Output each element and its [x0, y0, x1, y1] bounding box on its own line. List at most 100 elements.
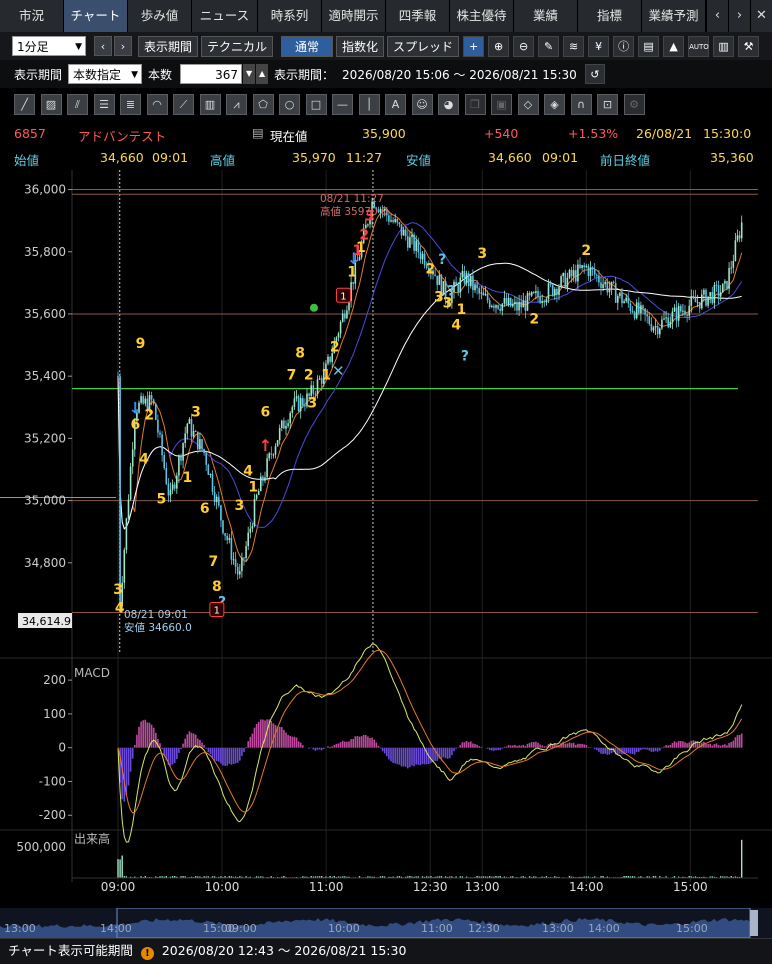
- candle-body: [703, 289, 705, 295]
- count-down-icon[interactable]: ▼: [243, 64, 256, 84]
- sticker-icon[interactable]: ◕: [438, 93, 459, 115]
- info-icon[interactable]: ⓘ: [613, 35, 635, 57]
- tab-news[interactable]: ニュース: [192, 0, 258, 32]
- smiley-icon[interactable]: ☺: [411, 93, 433, 115]
- candle-body: [541, 300, 543, 303]
- tab-timeseries[interactable]: 時系列: [258, 0, 322, 32]
- tab-close-icon[interactable]: ✕: [750, 0, 772, 32]
- macd-histogram-bar: [564, 743, 567, 748]
- candle-body: [293, 398, 296, 407]
- zoom-out-icon[interactable]: ⊖: [513, 35, 535, 57]
- mountain-chart-icon[interactable]: ▲: [663, 35, 685, 57]
- candle-body: [528, 293, 531, 296]
- interval-select[interactable]: 1分足 ▼: [12, 36, 86, 56]
- volume-bar: [119, 859, 121, 878]
- candle-body: [182, 443, 184, 461]
- tab-ticks[interactable]: 歩み値: [128, 0, 192, 32]
- circle-icon[interactable]: ○: [279, 93, 300, 115]
- count-signal: 6: [130, 417, 140, 433]
- index-button[interactable]: 指数化: [336, 35, 385, 57]
- macd-histogram-bar: [178, 747, 180, 753]
- document-icon[interactable]: ▤: [252, 125, 264, 140]
- settings-wrench-icon[interactable]: ⚒: [738, 35, 760, 57]
- count-signal: 5: [156, 492, 166, 508]
- copy-icon[interactable]: ❐: [464, 93, 486, 115]
- macd-histogram-bar: [533, 741, 535, 748]
- macd-histogram-bar: [631, 747, 634, 754]
- vline-icon[interactable]: │: [358, 93, 380, 115]
- price-chart[interactable]: 34692451367834167823121123341322231????↓…: [0, 170, 772, 910]
- volume-bar: [117, 859, 119, 878]
- arc-icon[interactable]: ◠: [146, 93, 168, 115]
- tab-yutai[interactable]: 株主優待: [450, 0, 514, 32]
- parallel-lines-icon[interactable]: ⫽: [67, 93, 88, 115]
- trendline-icon[interactable]: ╱: [14, 93, 35, 115]
- horizontal-lines-icon[interactable]: ☰: [93, 93, 115, 115]
- my-chart-icon[interactable]: ▤: [638, 35, 660, 57]
- wave-icon[interactable]: ≋: [563, 35, 585, 57]
- scroll-right-button[interactable]: ›: [114, 36, 132, 56]
- range-navigator[interactable]: 13:00 14:00 15:00 09:00 10:00 11:00 12:30 13:00…: [0, 908, 772, 938]
- period-mode-select[interactable]: 本数指定 ▼: [68, 64, 143, 84]
- tab-next-icon[interactable]: ›: [728, 0, 750, 32]
- macd-histogram-bar: [383, 747, 386, 754]
- vertical-lines-icon[interactable]: ▥: [199, 93, 221, 115]
- candle-body: [194, 430, 197, 432]
- candle-body: [596, 274, 598, 276]
- pentagon-icon[interactable]: ⬠: [252, 93, 274, 115]
- count-input[interactable]: 367: [180, 64, 243, 84]
- cross-signal-icon: ✕: [332, 362, 345, 380]
- gear-icon[interactable]: ⚙: [623, 93, 645, 115]
- spread-button[interactable]: スプレッド: [387, 35, 460, 57]
- tab-disclosure[interactable]: 適時開示: [322, 0, 386, 32]
- interval-value: 1分足: [17, 40, 49, 54]
- tab-chart[interactable]: チャート: [64, 0, 128, 32]
- auto-icon[interactable]: AUTO: [688, 35, 710, 57]
- normal-button[interactable]: 通常: [281, 35, 334, 57]
- macd-histogram-bar: [373, 739, 375, 748]
- scroll-left-button[interactable]: ‹: [94, 36, 112, 56]
- macd-histogram-bar: [205, 747, 207, 749]
- zoom-in-icon[interactable]: ⊕: [488, 35, 510, 57]
- tab-market[interactable]: 市況: [0, 0, 64, 32]
- pen-icon[interactable]: ✎: [538, 35, 560, 57]
- channel-icon[interactable]: ≣: [120, 93, 141, 115]
- tab-earnings[interactable]: 業績: [514, 0, 578, 32]
- text-icon[interactable]: A: [385, 93, 406, 115]
- candle-body: [684, 310, 686, 315]
- count-signal: 3: [235, 498, 245, 514]
- ruler-icon[interactable]: ▨: [40, 93, 62, 115]
- hline-icon[interactable]: —: [332, 93, 353, 115]
- tab-forecast[interactable]: 業績予測: [642, 0, 706, 32]
- eraser-icon[interactable]: ◇: [517, 93, 539, 115]
- candle-body: [312, 385, 315, 394]
- macd-histogram-bar: [453, 747, 455, 752]
- candle-body: [239, 571, 241, 575]
- tab-prev-icon[interactable]: ‹: [706, 0, 728, 32]
- technical-button[interactable]: テクニカル: [201, 35, 274, 57]
- magnet-icon[interactable]: ∩: [570, 93, 592, 115]
- period-button[interactable]: 表示期間: [138, 35, 199, 57]
- plus-icon[interactable]: +: [463, 35, 485, 57]
- fan-icon[interactable]: ⟋: [173, 93, 194, 115]
- macd-histogram-bar: [642, 747, 644, 750]
- candle-body: [505, 298, 508, 305]
- refresh-icon[interactable]: ↺: [584, 64, 605, 84]
- tab-shikiho[interactable]: 四季報: [386, 0, 450, 32]
- ohlc-row: 始値 34,660 09:01 高値 35,970 11:27 安値 34,66…: [0, 148, 772, 170]
- tab-indicators[interactable]: 指標: [578, 0, 642, 32]
- chart-toolbar: 1分足 ▼ ‹ › 表示期間 テクニカル 通常 指数化 スプレッド + ⊕ ⊖ ✎…: [0, 32, 772, 60]
- paste-icon[interactable]: ▣: [491, 93, 512, 115]
- rectangle-icon[interactable]: □: [305, 93, 327, 115]
- lock-icon[interactable]: ⊡: [597, 93, 618, 115]
- count-up-icon[interactable]: ▲: [256, 64, 269, 84]
- macd-histogram-bar: [470, 741, 472, 748]
- gann-fan-icon[interactable]: ⩘: [226, 93, 247, 115]
- candle-body: [499, 308, 501, 311]
- candle-body: [724, 281, 726, 284]
- yen-icon[interactable]: ¥: [588, 35, 610, 57]
- eraser-all-icon[interactable]: ◈: [544, 93, 565, 115]
- macd-histogram-bar: [138, 726, 140, 748]
- down-arrow-icon: ↓: [129, 398, 142, 417]
- bar-chart-icon[interactable]: ▥: [713, 35, 735, 57]
